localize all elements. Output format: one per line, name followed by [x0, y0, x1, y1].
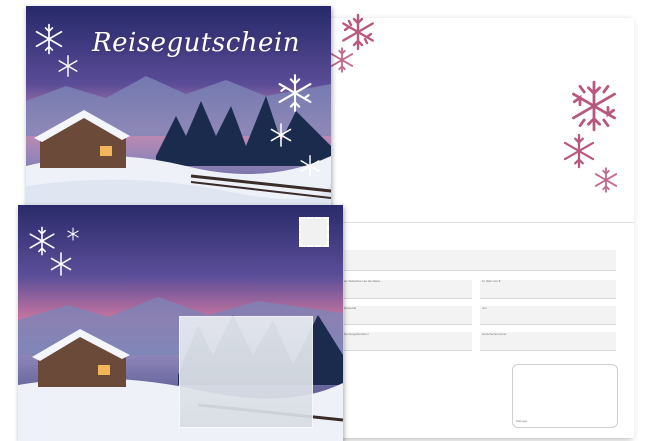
from-label: von: [482, 306, 487, 310]
snowflake-icon: [35, 23, 63, 55]
snowflake-icon: [594, 167, 618, 193]
photo-window: [179, 316, 313, 428]
participant-label: an Teilnehmer an die Reise: [344, 279, 381, 283]
destination-field: [344, 306, 472, 325]
snowflake-icon: [572, 80, 616, 132]
from-field: [480, 306, 616, 325]
snowflake-icon: [300, 155, 320, 177]
fold-line: [330, 222, 634, 223]
snowflake-icon: [330, 47, 354, 73]
voucher-envelope-card: [18, 205, 343, 441]
snowflake-icon: [58, 55, 78, 77]
postage-stamp-icon: [299, 217, 329, 247]
voucher-front-card: Reisegutschein: [26, 6, 331, 228]
snowflake-icon: [67, 227, 79, 241]
snowflake-icon: [50, 252, 72, 276]
snowflake-icon: [270, 123, 292, 147]
voucher-number-label: Gutscheinnummer: [482, 332, 507, 336]
issue-date-label: bis Ausgabedatum: [344, 332, 369, 336]
recipient-field: [344, 250, 616, 271]
value-label: im Wert von €: [482, 279, 501, 283]
snowflake-icon: [563, 133, 595, 169]
destination-label: Reiseziel: [344, 306, 357, 310]
stamp-box: [512, 364, 618, 428]
voucher-title: Reisegutschein: [92, 28, 300, 58]
snowflake-icon: [278, 74, 312, 112]
stamp-label: Stempel: [516, 419, 528, 423]
